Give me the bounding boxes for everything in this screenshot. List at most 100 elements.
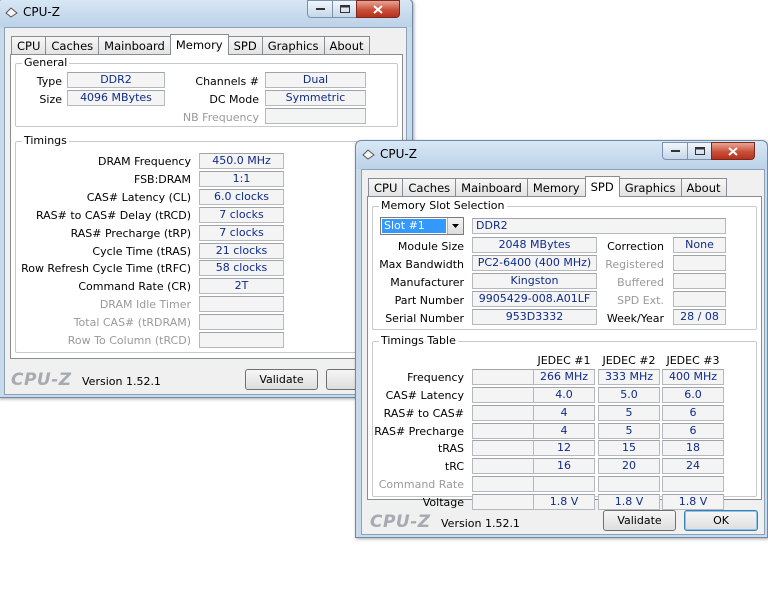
maximize-button[interactable]	[687, 142, 712, 160]
buffered-label: Buffered	[617, 276, 664, 289]
tab-graphics[interactable]: Graphics	[261, 36, 325, 54]
ok-button[interactable]: OK	[684, 510, 758, 531]
jedec-cell: 4.0	[533, 386, 595, 403]
jedec-cell	[533, 476, 595, 493]
close-button[interactable]	[356, 0, 400, 18]
jedec-empty-cell	[472, 458, 534, 475]
jedec-cell: 4	[533, 404, 595, 421]
jedec-cell: 6	[662, 422, 724, 439]
tab-spd[interactable]: SPD	[227, 36, 263, 54]
cpuz-logo: CPU-Z	[370, 512, 431, 532]
timings-table-title: Timings Table	[379, 334, 458, 347]
type-label: Type	[36, 75, 62, 88]
maximize-icon	[694, 147, 705, 155]
maximize-button[interactable]	[332, 0, 357, 18]
tab-spd[interactable]: SPD	[584, 176, 620, 197]
jedec-column-header: JEDEC #1	[537, 354, 591, 367]
close-icon	[728, 146, 738, 156]
close-icon	[373, 4, 383, 14]
minimize-button[interactable]	[307, 0, 333, 18]
slot-select-value: Slot #1	[382, 219, 446, 233]
max-bandwidth-value: PC2-6400 (400 MHz)	[472, 255, 597, 271]
minimize-button[interactable]	[662, 142, 688, 160]
jedec-row-label: RAS# to CAS#	[383, 406, 464, 420]
timing-label: Row Refresh Cycle Time (tRFC)	[21, 262, 191, 276]
title-bar[interactable]: CPU-Z	[0, 0, 412, 27]
jedec-cell: 12	[533, 440, 595, 457]
timing-value: 6.0 clocks	[199, 188, 284, 205]
jedec-row-label: RAS# Precharge	[374, 424, 464, 438]
timing-value: 1:1	[199, 170, 284, 187]
timing-label: DRAM Frequency	[97, 155, 191, 168]
chevron-down-icon[interactable]	[447, 218, 463, 234]
validate-button[interactable]: Validate	[603, 510, 676, 531]
timing-label: DRAM Idle Timer	[99, 298, 191, 312]
tab-graphics[interactable]: Graphics	[618, 178, 682, 196]
cpuz-logo: CPU-Z	[11, 370, 72, 390]
jedec-row-label: Voltage	[422, 495, 464, 509]
timing-label: CAS# Latency (CL)	[86, 190, 191, 204]
correction-label: Correction	[607, 240, 664, 253]
serial-number-value: 953D3332	[472, 309, 597, 325]
tab-about[interactable]: About	[680, 178, 727, 196]
week-year-label: Week/Year	[606, 312, 664, 325]
jedec-empty-cell	[472, 369, 534, 385]
type-value: DDR2	[67, 72, 165, 88]
timing-label: FSB:DRAM	[133, 172, 191, 186]
nb-frequency-label: NB Frequency	[182, 111, 259, 124]
jedec-cell: 1.8 V	[662, 493, 724, 510]
jedec-row-label: tRC	[444, 460, 464, 474]
jedec-cell	[662, 476, 724, 493]
timing-label: Command Rate (CR)	[78, 280, 191, 294]
jedec-cell: 15	[598, 440, 660, 457]
jedec-empty-cell	[472, 440, 534, 457]
jedec-cell: 24	[662, 458, 724, 475]
close-button[interactable]	[711, 142, 755, 160]
tab-caches[interactable]: Caches	[45, 36, 100, 54]
tab-memory[interactable]: Memory	[169, 34, 229, 55]
window-title: CPU-Z	[380, 147, 417, 161]
jedec-column-header: JEDEC #3	[666, 354, 720, 367]
timing-label: RAS# to CAS# Delay (tRCD)	[35, 208, 191, 222]
tab-mainboard[interactable]: Mainboard	[98, 36, 171, 54]
jedec-empty-cell	[472, 476, 534, 493]
jedec-row-label: Frequency	[407, 371, 464, 384]
tab-memory[interactable]: Memory	[526, 178, 586, 196]
registered-label: Registered	[605, 258, 664, 271]
timing-label: Row To Column (tRCD)	[67, 334, 191, 347]
tab-mainboard[interactable]: Mainboard	[455, 178, 528, 196]
timing-value: 450.0 MHz	[199, 153, 284, 169]
spd-ext-label: SPD Ext.	[617, 294, 664, 307]
title-bar[interactable]: CPU-Z	[356, 141, 767, 169]
tab-caches[interactable]: Caches	[402, 178, 457, 196]
jedec-cell: 4	[533, 422, 595, 439]
tab-about[interactable]: About	[323, 36, 370, 54]
version-text: Version 1.52.1	[441, 517, 520, 530]
jedec-cell: 266 MHz	[533, 369, 595, 385]
dc-mode-value: Symmetric	[265, 90, 366, 106]
timing-value	[199, 296, 284, 313]
part-number-value: 9905429-008.A01LF	[472, 291, 597, 307]
memory-slot-selection-title: Memory Slot Selection	[379, 199, 507, 212]
part-number-label: Part Number	[394, 294, 464, 307]
timing-value	[199, 314, 284, 331]
jedec-cell: 1.8 V	[533, 493, 595, 510]
validate-button[interactable]: Validate	[245, 369, 318, 390]
correction-value: None	[673, 237, 726, 253]
jedec-row-label: tRAS	[437, 442, 464, 456]
minimize-icon	[315, 8, 325, 10]
tab-cpu[interactable]: CPU	[11, 36, 47, 54]
jedec-cell: 400 MHz	[662, 369, 724, 385]
tab-cpu[interactable]: CPU	[368, 178, 404, 196]
jedec-cell: 5	[598, 422, 660, 439]
module-size-label: Module Size	[397, 240, 464, 253]
timing-value	[199, 332, 284, 348]
jedec-cell	[598, 476, 660, 493]
jedec-row-label: Command Rate	[378, 478, 464, 492]
timings-group-title: Timings	[22, 134, 69, 147]
jedec-row-label: CAS# Latency	[385, 388, 464, 402]
jedec-cell: 333 MHz	[598, 369, 660, 385]
timing-label: Cycle Time (tRAS)	[92, 244, 191, 258]
spd-tab-panel: Memory Slot Selection Slot #1 DDR2 Modul…	[367, 196, 762, 510]
slot-select[interactable]: Slot #1	[380, 217, 464, 235]
